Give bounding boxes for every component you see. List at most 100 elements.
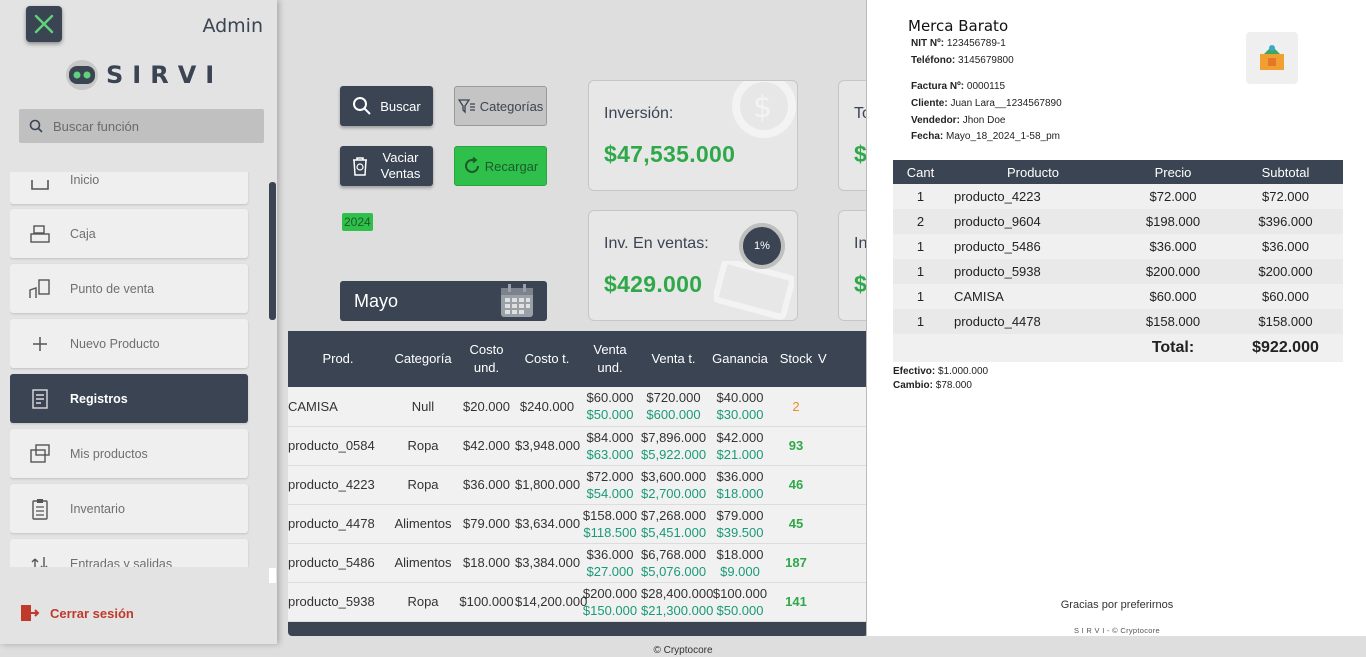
- cell-total-cost: $14,200.000: [515, 582, 587, 622]
- col-header-stock[interactable]: Stock: [774, 331, 818, 387]
- receipt-client: Cliente: Juan Lara__1234567890: [911, 98, 1062, 109]
- sidebar-item-caja[interactable]: Caja: [10, 209, 248, 258]
- cell-category: Alimentos: [388, 504, 458, 544]
- cell-total-cost: $3,384.000: [515, 543, 580, 583]
- cell-total-sale: $6,768.000 $5,076.000: [641, 543, 707, 583]
- sidebar-item-punto-de-venta[interactable]: Punto de venta: [10, 264, 248, 313]
- cell-stock: 45: [774, 504, 818, 544]
- total-sale-value: $3,600.000: [641, 468, 707, 484]
- unit-sale-value: $84.000: [586, 429, 634, 445]
- sidebar-item-registros[interactable]: Registros: [10, 374, 248, 423]
- receipt-qty: 1: [893, 259, 948, 284]
- receipt-subtotal: $72.000: [1228, 184, 1343, 209]
- sidebar-item-inicio[interactable]: Inicio: [10, 172, 248, 204]
- page-footer: © Cryptocore: [653, 645, 713, 656]
- cell-stock: 141: [774, 582, 818, 622]
- total-sale-value: $7,268.000: [641, 507, 707, 523]
- cell-total-sale: $3,600.000 $2,700.000: [641, 465, 707, 505]
- unit-sale-net: $150.000: [582, 602, 638, 618]
- table-row[interactable]: CAMISA Null $20.000 $240.000 $60.000 $50.000 $…: [288, 387, 868, 427]
- profit-value: $100.000: [712, 585, 768, 601]
- total-sale-net: $5,922.000: [641, 446, 707, 462]
- cell-category: Ropa: [388, 582, 458, 622]
- cell-category: Null: [388, 387, 458, 427]
- receipt-row: 1 producto_5486 $36.000 $36.000: [893, 234, 1343, 259]
- profit-net: $30.000: [716, 407, 764, 423]
- col-header-total-cost[interactable]: Costo t.: [515, 331, 579, 387]
- col-header-prod[interactable]: Prod.: [288, 331, 388, 387]
- receipt-date: Fecha: Mayo_18_2024_1-58_pm: [911, 131, 1060, 142]
- close-sidebar-button[interactable]: [26, 6, 62, 42]
- empty-sales-button[interactable]: Vaciar Ventas: [340, 146, 433, 186]
- col-header-v[interactable]: V: [818, 331, 868, 387]
- sidebar-item-mis-productos[interactable]: Mis productos: [10, 429, 248, 478]
- col-header-profit[interactable]: Ganancia: [706, 331, 774, 387]
- inv-sales-value: $429.000: [604, 271, 703, 297]
- sidebar-item-label: Entradas y salidas: [70, 556, 173, 568]
- search-button[interactable]: Buscar: [340, 86, 433, 126]
- categories-button-label: Categorías: [479, 98, 544, 114]
- cell-unit-sale: $158.000 $118.500: [579, 504, 641, 544]
- cell-profit: $100.000 $50.000: [706, 582, 774, 622]
- cell-category: Ropa: [388, 465, 458, 505]
- cell-extra: [818, 465, 868, 505]
- cell-total-cost: $240.000: [515, 387, 579, 427]
- unit-sale-value: $60.000: [586, 390, 634, 406]
- function-search[interactable]: [19, 109, 264, 143]
- table-row[interactable]: producto_5486 Alimentos $18.000 $3,384.000 $…: [288, 543, 868, 583]
- cash-register-icon: [10, 221, 70, 247]
- categories-button[interactable]: Categorías: [454, 86, 547, 126]
- cell-unit-sale: $200.000 $150.000: [579, 582, 641, 622]
- receipt-subtotal: $60.000: [1228, 284, 1343, 309]
- sidebar-item-label: Caja: [70, 226, 96, 241]
- sidebar-item-label: Mis productos: [70, 446, 148, 461]
- cell-total-sale: $720.000 $600.000: [641, 387, 706, 427]
- cell-unit-sale: $72.000 $54.000: [579, 465, 641, 505]
- cell-unit-sale: $60.000 $50.000: [579, 387, 641, 427]
- reload-button[interactable]: Recargar: [454, 146, 547, 186]
- products-icon: [10, 441, 70, 467]
- investment-label: Inversión:: [604, 105, 674, 122]
- function-search-input[interactable]: [53, 118, 243, 134]
- cell-product: CAMISA: [288, 387, 388, 427]
- cell-unit-cost: $42.000: [458, 426, 515, 466]
- receipt-qty: 1: [893, 309, 948, 334]
- receipt-row: 2 producto_9604 $198.000 $396.000: [893, 209, 1343, 234]
- cell-profit: $79.000 $39.500: [706, 504, 774, 544]
- year-badge[interactable]: 2024: [342, 213, 373, 231]
- table-row[interactable]: producto_4478 Alimentos $79.000 $3,634.000 $…: [288, 504, 868, 544]
- col-header-unit-cost[interactable]: Costo und.: [458, 331, 515, 387]
- col-header-unit-sale[interactable]: Venta und.: [579, 331, 641, 387]
- cell-total-cost: $1,800.000: [515, 465, 580, 505]
- table-row[interactable]: producto_0584 Ropa $42.000 $3,948.000 $84.00…: [288, 426, 868, 466]
- inv-sales-label: Inv. En ventas:: [604, 235, 709, 252]
- sidebar-scrollbar-thumb[interactable]: [269, 182, 276, 320]
- investment-card: $ Inversión: $47,535.000: [588, 80, 798, 191]
- receipt-price: $72.000: [1118, 184, 1228, 209]
- sidebar-item-label: Punto de venta: [70, 281, 155, 296]
- receipt-invoice: Factura Nº: 0000115: [911, 81, 1006, 92]
- sidebar-item-inventario[interactable]: Inventario: [10, 484, 248, 533]
- col-header-total-sale[interactable]: Venta t.: [641, 331, 706, 387]
- receipt-total-label: Total:: [1118, 334, 1228, 362]
- receipt-row: 1 CAMISA $60.000 $60.000: [893, 284, 1343, 309]
- unit-sale-value: $36.000: [586, 546, 634, 562]
- table-row[interactable]: producto_4223 Ropa $36.000 $1,800.000 $72.00…: [288, 465, 868, 505]
- logout-button[interactable]: Cerrar sesión: [18, 602, 134, 624]
- table-row[interactable]: producto_5938 Ropa $100.000 $14,200.000 $200…: [288, 582, 868, 622]
- cell-total-cost: $3,634.000: [515, 504, 580, 544]
- receipt-qty: 1: [893, 234, 948, 259]
- profit-net: $50.000: [716, 602, 764, 618]
- sidebar-item-entradas-y-salidas[interactable]: Entradas y salidas: [10, 539, 248, 567]
- month-selector[interactable]: Mayo: [340, 281, 547, 321]
- cell-profit: $42.000 $21.000: [706, 426, 774, 466]
- store-logo-icon: [1260, 45, 1284, 70]
- total-sale-value: $6,768.000: [641, 546, 707, 562]
- profit-net: $39.500: [716, 524, 764, 540]
- receipt-subtotal: $200.000: [1228, 259, 1343, 284]
- sidebar: Admin SIRVI Inicio Caja Punto de venta N…: [0, 0, 277, 644]
- col-header-category[interactable]: Categoría: [388, 331, 458, 387]
- total-sale-net: $5,076.000: [641, 563, 707, 579]
- filter-icon: [457, 99, 475, 114]
- sidebar-item-nuevo-producto[interactable]: Nuevo Producto: [10, 319, 248, 368]
